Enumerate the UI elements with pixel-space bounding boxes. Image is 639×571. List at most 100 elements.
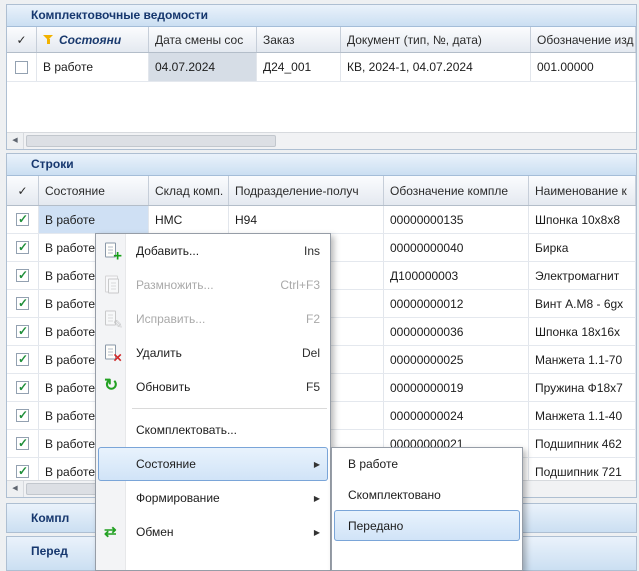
- cell-warehouse[interactable]: НМС: [149, 206, 229, 233]
- column-header-state[interactable]: Состояние: [39, 176, 149, 205]
- row-checkbox[interactable]: [16, 241, 29, 254]
- vedomosti-header-row: ✓ Состояни Дата смены сос Заказ Документ…: [7, 27, 636, 53]
- row-checkbox-cell[interactable]: [7, 346, 39, 373]
- cell-name[interactable]: Шпонка 10х8х8: [529, 206, 636, 233]
- menu-item-shortcut: Ctrl+F3: [280, 278, 320, 292]
- row-checkbox-cell[interactable]: [7, 374, 39, 401]
- column-header-department[interactable]: Подразделение-получ: [229, 176, 384, 205]
- select-all-column-header[interactable]: ✓: [7, 176, 39, 205]
- table-row[interactable]: В работе 04.07.2024 Д24_001 КВ, 2024-1, …: [7, 53, 636, 82]
- row-checkbox[interactable]: [15, 61, 28, 74]
- submenu-item-skomplektovano[interactable]: Скомплектовано: [332, 479, 522, 510]
- row-checkbox-cell[interactable]: [7, 290, 39, 317]
- row-checkbox-cell[interactable]: [7, 53, 37, 81]
- column-header-label: Документ (тип, №, дата): [347, 33, 482, 47]
- cell-name[interactable]: Пружина Ф18х7: [529, 374, 636, 401]
- cell-text: 00000000135: [390, 213, 463, 227]
- row-checkbox[interactable]: [16, 465, 29, 478]
- cell-state[interactable]: В работе: [39, 206, 149, 233]
- row-checkbox[interactable]: [16, 269, 29, 282]
- column-header-label: Склад комп.: [155, 184, 223, 198]
- cell-name[interactable]: Манжета 1.1-40: [529, 402, 636, 429]
- row-checkbox[interactable]: [16, 297, 29, 310]
- column-header-document[interactable]: Документ (тип, №, дата): [341, 27, 531, 52]
- row-checkbox-cell[interactable]: [7, 234, 39, 261]
- cell-name[interactable]: Бирка: [529, 234, 636, 261]
- row-checkbox[interactable]: [16, 381, 29, 394]
- row-checkbox-cell[interactable]: [7, 262, 39, 289]
- column-header-designation[interactable]: Обозначение компле: [384, 176, 529, 205]
- menu-item-skomplektovat[interactable]: Скомплектовать...: [96, 413, 330, 447]
- row-checkbox[interactable]: [16, 437, 29, 450]
- cell-department[interactable]: Н94: [229, 206, 384, 233]
- cell-name[interactable]: Винт А.М8 - 6gх: [529, 290, 636, 317]
- row-checkbox[interactable]: [16, 353, 29, 366]
- cell-text: Бирка: [535, 241, 568, 255]
- menu-item-obmen[interactable]: Обмен: [96, 515, 330, 549]
- row-checkbox[interactable]: [16, 213, 29, 226]
- menu-item-sostoyanie[interactable]: Состояние: [98, 447, 328, 481]
- row-checkbox[interactable]: [16, 409, 29, 422]
- column-header-designation[interactable]: Обозначение изд: [531, 27, 636, 52]
- duplicate-document-icon: [103, 276, 122, 295]
- cell-text: Шпонка 10х8х8: [535, 213, 620, 227]
- menu-item-formirovanie[interactable]: Формирование: [96, 481, 330, 515]
- column-header-state[interactable]: Состояни: [37, 27, 149, 52]
- scroll-left-arrow[interactable]: ◀: [7, 133, 24, 149]
- cell-name[interactable]: Шпонка 18х16х: [529, 318, 636, 345]
- column-header-name[interactable]: Наименование к: [529, 176, 636, 205]
- cell-name[interactable]: Подшипник 721: [529, 458, 636, 480]
- cell-designation[interactable]: 001.00000: [531, 53, 636, 81]
- submenu-item-v-rabote[interactable]: В работе: [332, 448, 522, 479]
- panel-header-stroki[interactable]: Строки: [7, 154, 636, 176]
- cell-designation[interactable]: 00000000040: [384, 234, 529, 261]
- cell-state[interactable]: В работе: [37, 53, 149, 81]
- cell-text: Манжета 1.1-40: [535, 409, 622, 423]
- cell-text: 00000000012: [390, 297, 463, 311]
- cell-document[interactable]: КВ, 2024-1, 04.07.2024: [341, 53, 531, 81]
- horizontal-scrollbar[interactable]: ◀: [7, 132, 636, 149]
- panel-header-vedomosti[interactable]: Комплектовочные ведомости: [7, 5, 636, 27]
- column-header-order[interactable]: Заказ: [257, 27, 341, 52]
- menu-item-label: Удалить: [136, 346, 292, 360]
- cell-designation[interactable]: 00000000025: [384, 346, 529, 373]
- select-all-column-header[interactable]: ✓: [7, 27, 37, 52]
- row-checkbox[interactable]: [16, 325, 29, 338]
- row-checkbox-cell[interactable]: [7, 402, 39, 429]
- scroll-left-arrow[interactable]: ◀: [7, 481, 24, 497]
- cell-designation[interactable]: 00000000036: [384, 318, 529, 345]
- scrollbar-thumb[interactable]: [26, 135, 276, 147]
- cell-text: Шпонка 18х16х: [535, 325, 620, 339]
- row-checkbox-cell[interactable]: [7, 318, 39, 345]
- cell-text: В работе: [45, 297, 95, 311]
- column-header-warehouse[interactable]: Склад комп.: [149, 176, 229, 205]
- cell-text: Манжета 1.1-70: [535, 353, 622, 367]
- row-checkbox-cell[interactable]: [7, 206, 39, 233]
- column-header-date[interactable]: Дата смены сос: [149, 27, 257, 52]
- cell-designation[interactable]: 00000000019: [384, 374, 529, 401]
- cell-designation[interactable]: Д100000003: [384, 262, 529, 289]
- cell-name[interactable]: Подшипник 462: [529, 430, 636, 457]
- column-header-label: Обозначение компле: [390, 184, 508, 198]
- state-submenu: В работе Скомплектовано Передано: [331, 447, 523, 571]
- cell-name[interactable]: Электромагнит: [529, 262, 636, 289]
- menu-item-label: В работе: [348, 457, 512, 471]
- menu-item-delete[interactable]: Удалить Del: [96, 336, 330, 370]
- row-checkbox-cell[interactable]: [7, 430, 39, 457]
- cell-designation[interactable]: 00000000012: [384, 290, 529, 317]
- menu-item-edit[interactable]: Исправить... F2: [96, 302, 330, 336]
- menu-item-duplicate[interactable]: Размножить... Ctrl+F3: [96, 268, 330, 302]
- cell-name[interactable]: Манжета 1.1-70: [529, 346, 636, 373]
- submenu-item-peredano[interactable]: Передано: [334, 510, 520, 541]
- cell-date[interactable]: 04.07.2024: [149, 53, 257, 81]
- check-glyph: ✓: [16, 33, 26, 47]
- menu-item-refresh[interactable]: Обновить F5: [96, 370, 330, 404]
- cell-designation[interactable]: 00000000135: [384, 206, 529, 233]
- row-checkbox-cell[interactable]: [7, 458, 39, 480]
- cell-text: КВ, 2024-1, 04.07.2024: [347, 60, 473, 74]
- menu-item-add[interactable]: Добавить... Ins: [96, 234, 330, 268]
- table-row[interactable]: В работе НМС Н94 00000000135 Шпонка 10х8…: [7, 206, 636, 234]
- cell-order[interactable]: Д24_001: [257, 53, 341, 81]
- cell-text: В работе: [45, 325, 95, 339]
- cell-designation[interactable]: 00000000024: [384, 402, 529, 429]
